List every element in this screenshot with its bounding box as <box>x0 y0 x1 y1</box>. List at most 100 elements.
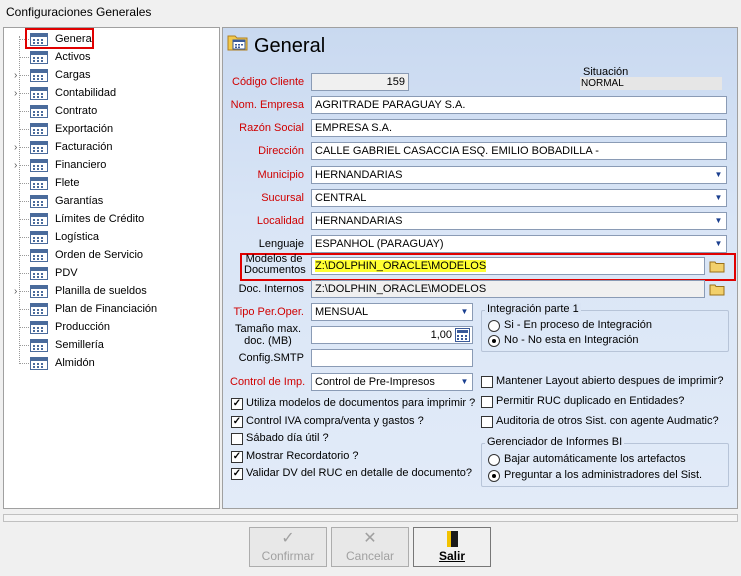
tree-connector <box>19 327 29 328</box>
grid-module-icon <box>30 357 48 370</box>
checkbox[interactable] <box>231 415 243 428</box>
tree-item-label: Orden de Servicio <box>55 249 144 261</box>
tree-item[interactable]: Plan de Financiación <box>4 301 219 319</box>
modelos-documentos-value: Z:\DOLPHIN_ORACLE\MODELOS <box>315 260 487 272</box>
municipio-label: Municipio <box>257 169 304 181</box>
tipo-per-oper-select[interactable]: MENSUAL ▼ <box>311 303 473 321</box>
razon-social-field[interactable]: EMPRESA S.A. <box>311 119 727 137</box>
tree-item[interactable]: › Financiero <box>4 157 219 175</box>
tree-item[interactable]: Flete <box>4 175 219 193</box>
grid-module-icon <box>30 141 48 154</box>
general-highlight-box <box>25 28 94 49</box>
checkbox[interactable] <box>481 396 493 408</box>
chevron-down-icon[interactable]: ▼ <box>712 168 725 182</box>
grid-module-icon <box>30 159 48 172</box>
chevron-down-icon[interactable]: ▼ <box>712 214 725 228</box>
integracion-radio[interactable] <box>488 320 500 332</box>
tree-connector <box>19 363 29 364</box>
gerenciador-option-label: Preguntar a los administradores del Sist… <box>504 469 703 481</box>
direccion-label: Dirección <box>258 145 304 157</box>
calculator-icon[interactable] <box>455 328 470 342</box>
tree-connector <box>19 183 29 184</box>
doc-internos-field[interactable]: Z:\DOLPHIN_ORACLE\MODELOS <box>311 280 705 298</box>
tree-connector <box>19 129 29 130</box>
tree-item[interactable]: Contrato <box>4 103 219 121</box>
control-imp-value: Control de Pre-Impresos <box>315 376 435 388</box>
checkbox[interactable] <box>231 450 243 463</box>
tree-item[interactable]: › Cargas <box>4 67 219 85</box>
expand-chevron-icon[interactable]: › <box>14 88 22 100</box>
tree-item-label: Plan de Financiación <box>55 303 158 315</box>
expand-chevron-icon[interactable]: › <box>14 142 22 154</box>
nom-empresa-field[interactable]: AGRITRADE PARAGUAY S.A. <box>311 96 727 114</box>
salir-button[interactable]: Salir <box>413 527 491 567</box>
tree-item[interactable]: › Planilla de sueldos <box>4 283 219 301</box>
tree-item-label: Financiero <box>55 159 107 171</box>
tree-item[interactable]: Límites de Crédito <box>4 211 219 229</box>
tamano-label-line1: Tamaño max. <box>234 323 302 335</box>
grid-module-icon <box>30 249 48 262</box>
config-tree[interactable]: General Activos › Cargas › Contabilidad Contra… <box>3 27 220 509</box>
tree-item[interactable]: Orden de Servicio <box>4 247 219 265</box>
chevron-down-icon[interactable]: ▼ <box>458 375 471 389</box>
checkbox-label: Auditoria de otros Sist. con agente Audm… <box>496 415 719 427</box>
localidad-select[interactable]: HERNANDARIAS ▼ <box>311 212 727 230</box>
tree-item-label: Cargas <box>55 69 91 81</box>
tree-item-label: PDV <box>55 267 78 279</box>
checkbox[interactable] <box>481 416 493 428</box>
tree-connector <box>19 201 29 202</box>
window-title: Configuraciones Generales <box>6 5 152 19</box>
tree-connector <box>19 219 29 220</box>
checkbox[interactable] <box>231 433 243 445</box>
grid-module-icon <box>30 285 48 298</box>
confirmar-button[interactable]: ✓ Confirmar <box>249 527 327 567</box>
grid-module-icon <box>30 339 48 352</box>
checkbox[interactable] <box>231 468 243 480</box>
status-bar <box>3 514 738 522</box>
lenguaje-select[interactable]: ESPANHOL (PARAGUAY) ▼ <box>311 235 727 253</box>
sucursal-label: Sucursal <box>261 192 304 204</box>
chevron-down-icon[interactable]: ▼ <box>458 305 471 319</box>
tamano-max-field[interactable]: 1,00 <box>311 326 473 344</box>
tree-item[interactable]: Logística <box>4 229 219 247</box>
tree-item[interactable]: Activos <box>4 49 219 67</box>
sucursal-select[interactable]: CENTRAL ▼ <box>311 189 727 207</box>
browse-folder-icon[interactable] <box>706 257 728 275</box>
config-smtp-field[interactable] <box>311 349 473 367</box>
grid-module-icon <box>30 195 48 208</box>
tree-item[interactable]: › Facturación <box>4 139 219 157</box>
tree-item[interactable]: Producción <box>4 319 219 337</box>
gerenciador-radio[interactable] <box>488 470 500 482</box>
modelos-documentos-field[interactable]: Z:\DOLPHIN_ORACLE\MODELOS <box>311 257 705 275</box>
tree-item[interactable]: Garantías <box>4 193 219 211</box>
tree-item-label: Producción <box>55 321 111 333</box>
integracion-radio[interactable] <box>488 335 500 347</box>
codigo-cliente-field[interactable]: 159 <box>311 73 409 91</box>
folder-calendar-icon <box>227 35 248 51</box>
municipio-select[interactable]: HERNANDARIAS ▼ <box>311 166 727 184</box>
tree-item-label: Garantías <box>55 195 104 207</box>
tree-item[interactable]: Semillería <box>4 337 219 355</box>
control-imp-select[interactable]: Control de Pre-Impresos ▼ <box>311 373 473 391</box>
cancelar-button[interactable]: ✕ Cancelar <box>331 527 409 567</box>
checkbox-label: Sábado día útil ? <box>246 432 329 444</box>
tree-item[interactable]: › Contabilidad <box>4 85 219 103</box>
tree-item[interactable]: Exportación <box>4 121 219 139</box>
expand-chevron-icon[interactable]: › <box>14 70 22 82</box>
checkbox[interactable] <box>231 398 243 410</box>
browse-folder-icon[interactable] <box>706 280 728 298</box>
chevron-down-icon[interactable]: ▼ <box>712 191 725 205</box>
checkbox[interactable] <box>481 376 493 388</box>
cancelar-label: Cancelar <box>345 549 395 563</box>
gerenciador-radio[interactable] <box>488 454 500 466</box>
checkbox-label: Mantener Layout abierto despues de impri… <box>496 375 724 387</box>
expand-chevron-icon[interactable]: › <box>14 160 22 172</box>
tree-item[interactable]: Almidón <box>4 355 219 373</box>
direccion-field[interactable]: CALLE GABRIEL CASACCIA ESQ. EMILIO BOBAD… <box>311 142 727 160</box>
tree-connector <box>19 345 29 346</box>
control-imp-label: Control de Imp. <box>230 376 306 388</box>
tree-item[interactable]: PDV <box>4 265 219 283</box>
chevron-down-icon[interactable]: ▼ <box>712 237 725 251</box>
tamano-label-line2: doc. (MB) <box>244 335 292 347</box>
expand-chevron-icon[interactable]: › <box>14 286 22 298</box>
